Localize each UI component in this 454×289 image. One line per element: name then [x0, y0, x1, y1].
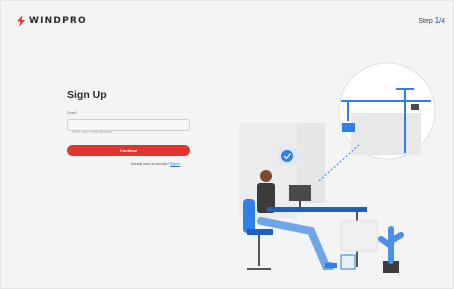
cactus-icon: [378, 226, 404, 264]
continue-button[interactable]: Continue: [67, 145, 190, 156]
check-icon: [281, 150, 293, 162]
brand-logo[interactable]: WINDPRO: [16, 15, 87, 27]
step-total: /4: [439, 18, 445, 25]
monitor: [289, 185, 311, 201]
signin-prompt: Already have an account?: [131, 162, 170, 166]
desk-top: [267, 207, 367, 212]
brand-name: WINDPRO: [29, 16, 87, 26]
person-legs: [257, 217, 335, 270]
email-label: Email*: [67, 111, 78, 115]
step-indicator: Step 1/4: [418, 16, 445, 25]
crane-cargo: [342, 123, 355, 132]
signup-form: Sign Up Email* Continue Already have an …: [67, 89, 191, 166]
chair-back: [243, 199, 255, 233]
page-title: Sign Up: [67, 89, 107, 101]
illustration: [239, 62, 436, 273]
signin-link[interactable]: Sign in: [170, 162, 180, 166]
shelf: [340, 220, 378, 252]
chair-seat: [247, 229, 273, 235]
signin-row: Already have an account? Sign in: [131, 162, 180, 166]
person-head: [260, 170, 272, 182]
trash-bin: [340, 254, 356, 270]
lightning-bolt-icon: [17, 15, 25, 27]
header: WINDPRO Step 1/4: [1, 1, 454, 41]
email-field[interactable]: [68, 127, 189, 137]
email-field-wrapper: [67, 119, 190, 137]
person-shoes: [325, 263, 337, 268]
crane-cabin: [411, 104, 419, 110]
page-frame: WINDPRO Step 1/4 Sign Up Email* Continue…: [0, 0, 454, 289]
bubble-buildings: [351, 113, 421, 155]
step-label: Step: [418, 18, 433, 25]
